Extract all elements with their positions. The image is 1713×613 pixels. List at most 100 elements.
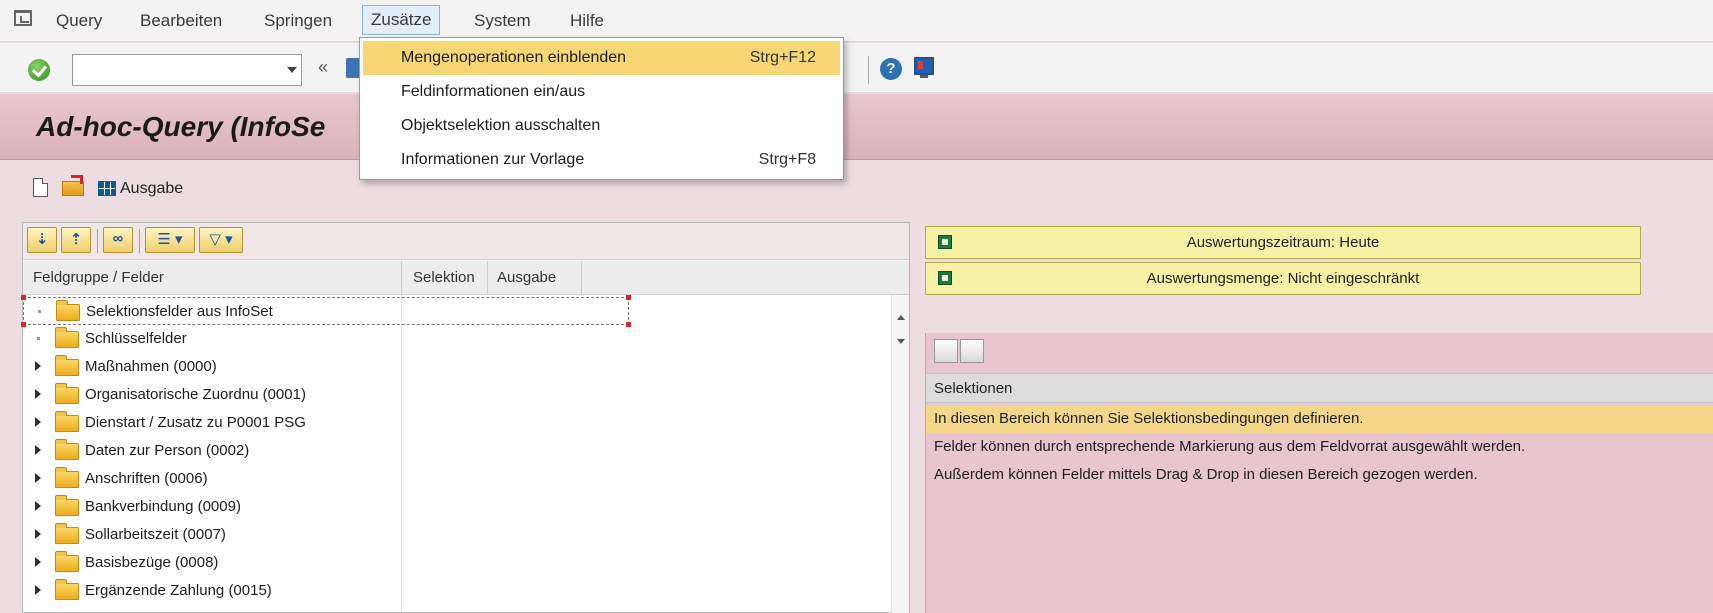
menu-item-objektselektion[interactable]: Objektselektion ausschalten — [363, 109, 840, 143]
ausgabe-button[interactable]: Ausgabe — [120, 180, 183, 198]
tree-row[interactable]: Bankverbindung (0009) — [23, 493, 883, 521]
menu-item-informationen-vorlage[interactable]: Informationen zur Vorlage Strg+F8 — [363, 143, 840, 177]
menu-query[interactable]: Query — [50, 9, 108, 33]
expand-arrow-icon[interactable] — [35, 473, 41, 483]
folder-icon — [55, 467, 79, 488]
field-tree-panel: ⇣ ⇡ ∞ ☰ ▾ ▽ ▾ Feldgruppe / Felder Selekt… — [21, 222, 910, 613]
scroll-up-icon[interactable] — [897, 315, 905, 320]
scroll-down-icon[interactable] — [897, 339, 905, 344]
column-divider — [401, 261, 402, 295]
menu-hilfe[interactable]: Hilfe — [564, 9, 610, 33]
expand-arrow-icon[interactable] — [35, 361, 41, 371]
toolbar-separator — [139, 229, 140, 253]
toolbar-separator — [97, 229, 98, 253]
new-document-icon[interactable] — [33, 178, 48, 197]
find-button[interactable]: ∞ — [103, 227, 133, 253]
folder-icon — [55, 355, 79, 376]
column-divider — [487, 261, 488, 295]
tree-row[interactable]: Selektionsfelder aus InfoSet — [21, 295, 631, 327]
menu-item-shortcut: Strg+F8 — [758, 151, 816, 168]
menu-zusaetze[interactable]: Zusätze — [362, 5, 441, 35]
collapse-all-icon: ⇡ — [69, 231, 83, 248]
menu-item-label: Mengenoperationen einblenden — [401, 49, 627, 66]
tree-row-label: Schlüsselfelder — [85, 330, 187, 347]
evaluation-period-button[interactable]: Auswertungszeitraum: Heute — [925, 226, 1641, 259]
application-toolbar: Ausgabe — [0, 161, 1713, 209]
menu-springen[interactable]: Springen — [258, 9, 338, 33]
tree-leaf-dot-icon — [38, 310, 41, 313]
folder-icon — [55, 495, 79, 516]
menu-system[interactable]: System — [468, 9, 537, 33]
system-toolbar: « ? — [0, 43, 1713, 93]
filter-icon: ▽ ▾ — [209, 231, 233, 248]
tree-row[interactable]: Daten zur Person (0002) — [23, 437, 883, 465]
selection-hint-line: Felder können durch entsprechende Markie… — [934, 438, 1526, 455]
selection-header-label: Selektionen — [934, 380, 1013, 397]
tree-row[interactable]: Ergänzende Zahlung (0015) — [23, 577, 883, 605]
selection-hint-line: Außerdem können Felder mittels Drag & Dr… — [934, 466, 1478, 483]
expand-arrow-icon[interactable] — [35, 529, 41, 539]
tree-row[interactable]: Anschriften (0006) — [23, 465, 883, 493]
field-group-menu-button[interactable]: ☰ ▾ — [145, 227, 195, 253]
expand-arrow-icon[interactable] — [35, 557, 41, 567]
folder-icon — [56, 300, 80, 321]
tree-row-label: Basisbezüge (0008) — [85, 554, 219, 571]
title-band: Ad-hoc-Query (InfoSe — [0, 94, 1713, 160]
open-folder-icon[interactable] — [62, 175, 84, 196]
menu-item-label: Objektselektion ausschalten — [401, 117, 601, 134]
menu-bearbeiten[interactable]: Bearbeiten — [134, 9, 228, 33]
collapse-all-button[interactable]: ⇡ — [61, 227, 91, 253]
folder-icon — [55, 439, 79, 460]
help-icon[interactable]: ? — [880, 58, 902, 80]
selection-hint-line: In diesen Bereich können Sie Selektionsb… — [926, 405, 1713, 433]
delete-selection-icon[interactable] — [934, 339, 958, 363]
tree-row-label: Bankverbindung (0009) — [85, 498, 241, 515]
expand-all-button[interactable]: ⇣ — [27, 227, 57, 253]
focus-marker — [21, 295, 26, 300]
page-title: Ad-hoc-Query (InfoSe — [36, 111, 326, 142]
tree-row[interactable]: Basisbezüge (0008) — [23, 549, 883, 577]
evaluation-period-label: Auswertungszeitraum: Heute — [1186, 234, 1380, 251]
output-layout-icon[interactable] — [98, 181, 116, 196]
tree-row[interactable]: Schlüsselfelder — [23, 325, 883, 353]
expand-arrow-icon[interactable] — [35, 585, 41, 595]
tree-header: Feldgruppe / Felder Selektion Ausgabe — [23, 261, 909, 295]
menu-bar: Query Bearbeiten Springen Zusätze System… — [0, 0, 1713, 42]
chevron-down-icon[interactable] — [287, 67, 297, 73]
tree-toolbar: ⇣ ⇡ ∞ ☰ ▾ ▽ ▾ — [23, 223, 909, 260]
menu-item-mengenoperationen[interactable]: Mengenoperationen einblenden Strg+F12 — [363, 41, 840, 75]
folder-icon — [55, 551, 79, 572]
folder-icon — [55, 579, 79, 600]
column-header-ausgabe[interactable]: Ausgabe — [497, 269, 556, 286]
field-group-icon: ☰ ▾ — [157, 231, 183, 248]
tree-row[interactable]: Organisatorische Zuordnu (0001) — [23, 381, 883, 409]
double-chevron-left-icon[interactable]: « — [318, 57, 328, 78]
tree-row[interactable]: Maßnahmen (0000) — [23, 353, 883, 381]
menu-item-shortcut: Strg+F12 — [749, 49, 816, 66]
expand-all-icon: ⇣ — [35, 231, 49, 248]
expand-arrow-icon[interactable] — [35, 389, 41, 399]
menu-item-label: Informationen zur Vorlage — [401, 151, 585, 168]
tree-row-label: Maßnahmen (0000) — [85, 358, 217, 375]
folder-icon — [55, 383, 79, 404]
folder-icon — [55, 411, 79, 432]
tree-row[interactable]: Dienstart / Zusatz zu P0001 PSG — [23, 409, 883, 437]
column-header-selektion[interactable]: Selektion — [413, 269, 475, 286]
expand-arrow-icon[interactable] — [35, 501, 41, 511]
menu-item-feldinformationen[interactable]: Feldinformationen ein/aus — [363, 75, 840, 109]
customize-layout-icon[interactable] — [914, 57, 934, 78]
expand-arrow-icon[interactable] — [35, 417, 41, 427]
filter-menu-button[interactable]: ▽ ▾ — [199, 227, 243, 253]
menu-icon[interactable] — [14, 10, 32, 26]
evaluation-set-button[interactable]: Auswertungsmenge: Nicht eingeschränkt — [925, 262, 1641, 295]
enter-checkmark-icon[interactable] — [28, 59, 50, 81]
tree-scrollbar[interactable] — [891, 295, 909, 613]
column-header-fields[interactable]: Feldgruppe / Felder — [33, 269, 164, 286]
column-divider — [581, 261, 582, 295]
command-field[interactable] — [72, 54, 302, 86]
focus-marker — [626, 295, 631, 300]
expand-arrow-icon[interactable] — [35, 445, 41, 455]
selection-options-icon[interactable] — [960, 339, 984, 363]
selection-toolbar — [926, 333, 1713, 369]
tree-row[interactable]: Sollarbeitszeit (0007) — [23, 521, 883, 549]
